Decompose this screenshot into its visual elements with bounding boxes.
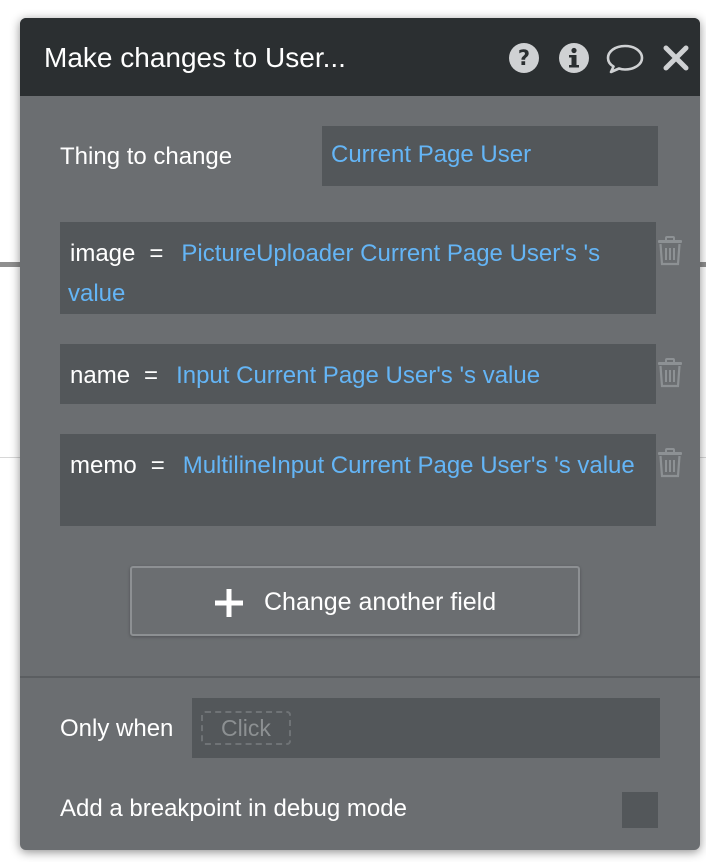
field-row-memo[interactable]: memo = MultilineInput Current Page User's … — [60, 434, 656, 526]
field-operator: = — [144, 362, 159, 389]
thing-to-change-field[interactable]: Current Page User — [322, 126, 658, 186]
field-operator: = — [150, 452, 165, 479]
field-operator: = — [149, 240, 164, 267]
help-icon[interactable]: ? — [508, 42, 540, 74]
trash-icon[interactable] — [656, 448, 684, 478]
field-value: Input Current Page User's 's value — [176, 362, 541, 389]
info-icon[interactable] — [558, 42, 590, 74]
field-name: name — [70, 362, 131, 389]
field-value: MultilineInput Current Page User's 's va… — [182, 452, 635, 479]
breakpoint-checkbox[interactable] — [622, 792, 658, 828]
only-when-field[interactable]: Click — [192, 698, 660, 758]
make-changes-dialog: Make changes to User... ? Thing to chang… — [20, 18, 700, 850]
click-placeholder[interactable]: Click — [201, 711, 291, 745]
field-name: image — [70, 240, 136, 267]
breakpoint-label: Add a breakpoint in debug mode — [60, 795, 407, 822]
section-divider — [20, 676, 700, 678]
field-row-name[interactable]: name = Input Current Page User's 's value — [60, 344, 656, 404]
change-another-field-label: Change another field — [264, 588, 497, 616]
thing-to-change-label: Thing to change — [60, 143, 233, 170]
close-icon[interactable] — [660, 42, 692, 74]
dialog-titlebar: Make changes to User... ? — [20, 18, 700, 96]
field-row-image[interactable]: image = PictureUploader Current Page User'… — [60, 222, 656, 314]
svg-text:?: ? — [518, 46, 530, 70]
trash-icon[interactable] — [656, 358, 684, 388]
field-name: memo — [70, 452, 137, 479]
trash-icon[interactable] — [656, 236, 684, 266]
only-when-label: Only when — [60, 715, 174, 742]
plus-icon — [214, 588, 244, 618]
thing-to-change-value: Current Page User — [331, 141, 532, 168]
comment-icon[interactable] — [606, 42, 644, 74]
change-another-field-button[interactable]: Change another field — [130, 566, 580, 636]
dialog-title: Make changes to User... — [44, 42, 346, 73]
